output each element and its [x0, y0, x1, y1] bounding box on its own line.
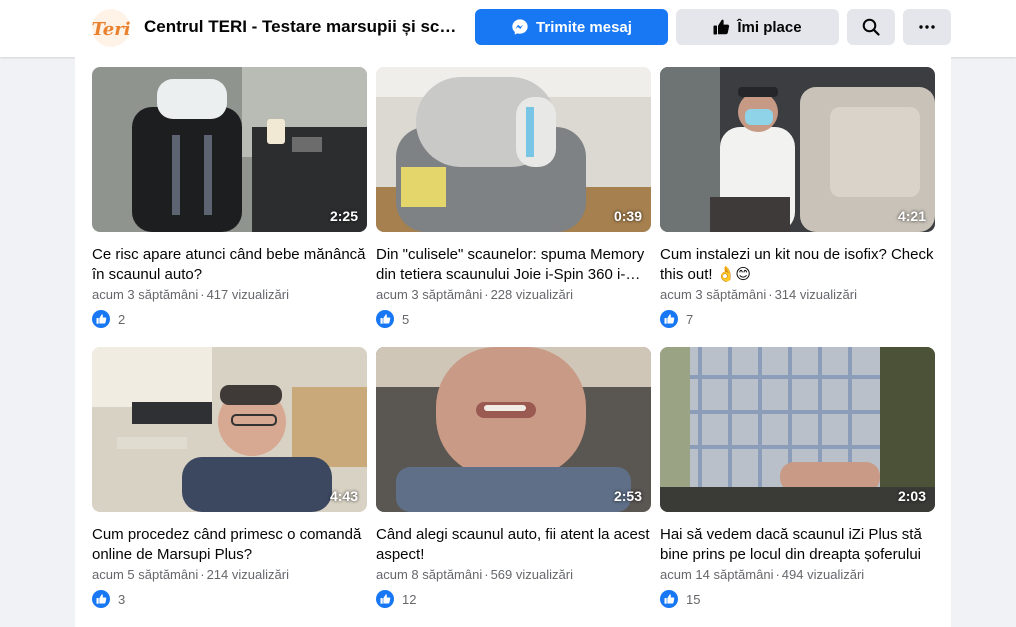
video-card[interactable]: 2:03 Hai să vedem dacă scaunul iZi Plus … [660, 347, 935, 608]
video-meta: acum 8 săptămâni · 569 vizualizări [376, 567, 573, 582]
video-duration: 2:25 [329, 208, 358, 224]
video-thumbnail-image [660, 67, 935, 232]
video-title[interactable]: Cum procedez când primesc o comandă onli… [92, 525, 367, 565]
more-icon [919, 25, 935, 29]
video-thumbnail-image [376, 347, 651, 512]
video-thumbnail[interactable]: 0:39 [376, 67, 651, 232]
video-views: 228 vizualizări [490, 287, 573, 302]
video-age: acum 3 săptămâni [376, 287, 483, 302]
page-title[interactable]: Centrul TERI - Testare marsupii și scaun… [144, 17, 464, 37]
video-reactions[interactable]: 15 [660, 590, 935, 608]
video-duration: 2:53 [613, 488, 642, 504]
video-age: acum 8 săptămâni [376, 567, 483, 582]
video-thumbnail[interactable]: 4:21 [660, 67, 935, 232]
video-age: acum 3 săptămâni [660, 287, 767, 302]
video-title[interactable]: Din "culisele" scaunelor: spuma Memory d… [376, 245, 651, 285]
video-card[interactable]: 4:43 Cum procedez când primesc o comandă… [92, 347, 367, 608]
video-thumbnail[interactable]: 4:43 [92, 347, 367, 512]
video-title[interactable]: Cum instalezi un kit nou de isofix? Chec… [660, 245, 935, 285]
video-thumbnail[interactable]: 2:03 [660, 347, 935, 512]
send-message-button[interactable]: Trimite mesaj [475, 9, 668, 45]
like-count: 12 [402, 591, 417, 607]
video-meta: acum 14 săptămâni · 494 vizualizări [660, 567, 865, 582]
like-reaction-icon [376, 590, 394, 608]
video-views: 314 vizualizări [774, 287, 857, 302]
like-reaction-icon [92, 310, 110, 328]
like-count: 5 [402, 311, 410, 327]
video-age: acum 3 săptămâni [92, 287, 199, 302]
video-reactions[interactable]: 7 [660, 310, 935, 328]
like-count: 2 [118, 311, 126, 327]
video-card[interactable]: 2:53 Când alegi scaunul auto, fii atent … [376, 347, 651, 608]
page-logo[interactable]: Teri [90, 8, 132, 48]
messenger-icon [512, 19, 528, 35]
video-card[interactable]: 2:25 Ce risc apare atunci când bebe mănâ… [92, 67, 367, 328]
video-reactions[interactable]: 2 [92, 310, 367, 328]
thumbs-up-icon [713, 19, 730, 35]
video-views: 214 vizualizări [206, 567, 289, 582]
video-thumbnail[interactable]: 2:53 [376, 347, 651, 512]
video-meta: acum 3 săptămâni · 417 vizualizări [92, 287, 289, 302]
video-title[interactable]: Când alegi scaunul auto, fii atent la ac… [376, 525, 651, 565]
video-meta: acum 3 săptămâni · 314 vizualizări [660, 287, 857, 302]
video-duration: 4:21 [897, 208, 926, 224]
like-count: 3 [118, 591, 126, 607]
video-age: acum 5 săptămâni [92, 567, 199, 582]
video-thumbnail-image [376, 67, 651, 232]
video-card[interactable]: 4:21 Cum instalezi un kit nou de isofix?… [660, 67, 935, 328]
video-thumbnail-image [660, 347, 935, 512]
like-page-label: Îmi place [737, 18, 802, 36]
video-views: 494 vizualizări [781, 567, 865, 582]
video-thumbnail-image [92, 67, 367, 232]
video-thumbnail[interactable]: 2:25 [92, 67, 367, 232]
video-reactions[interactable]: 12 [376, 590, 651, 608]
svg-text:Teri: Teri [91, 19, 130, 40]
video-duration: 4:43 [329, 488, 358, 504]
video-views: 417 vizualizări [206, 287, 289, 302]
like-reaction-icon [376, 310, 394, 328]
like-page-button[interactable]: Îmi place [676, 9, 839, 45]
video-title[interactable]: Hai să vedem dacă scaunul iZi Plus stă b… [660, 525, 935, 565]
like-reaction-icon [92, 590, 110, 608]
video-age: acum 14 săptămâni [660, 567, 774, 582]
search-icon [862, 18, 880, 36]
like-count: 15 [686, 591, 701, 607]
video-meta: acum 5 săptămâni · 214 vizualizări [92, 567, 289, 582]
send-message-label: Trimite mesaj [536, 18, 632, 36]
video-title[interactable]: Ce risc apare atunci când bebe mănâncă î… [92, 245, 367, 285]
video-duration: 2:03 [897, 488, 926, 504]
video-views: 569 vizualizări [490, 567, 573, 582]
video-meta: acum 3 săptămâni · 228 vizualizări [376, 287, 573, 302]
like-reaction-icon [660, 590, 678, 608]
search-button[interactable] [847, 9, 895, 45]
video-card[interactable]: 0:39 Din "culisele" scaunelor: spuma Mem… [376, 67, 651, 328]
video-duration: 0:39 [613, 208, 642, 224]
video-thumbnail-image [92, 347, 367, 512]
like-reaction-icon [660, 310, 678, 328]
videos-panel: 2:25 Ce risc apare atunci când bebe mănâ… [75, 57, 951, 627]
video-reactions[interactable]: 5 [376, 310, 651, 328]
more-options-button[interactable] [903, 9, 951, 45]
page-header: Teri Centrul TERI - Testare marsupii și … [0, 0, 1016, 57]
like-count: 7 [686, 311, 694, 327]
video-reactions[interactable]: 3 [92, 590, 367, 608]
